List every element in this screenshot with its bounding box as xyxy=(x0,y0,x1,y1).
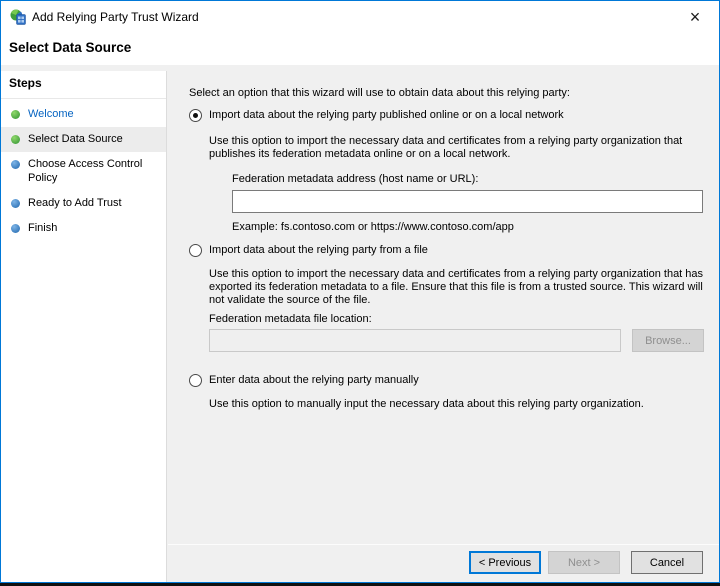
intro-text: Select an option that this wizard will u… xyxy=(189,87,570,99)
wizard-window: Add Relying Party Trust Wizard × Select … xyxy=(0,0,720,583)
radio-enter-manually[interactable] xyxy=(189,374,202,387)
radio-import-file[interactable] xyxy=(189,244,202,257)
metadata-address-input[interactable] xyxy=(232,190,703,213)
next-button: Next > xyxy=(548,551,620,574)
step-item-finish: Finish xyxy=(1,216,166,241)
wizard-content: Select an option that this wizard will u… xyxy=(168,65,719,582)
radio-enter-manually-label[interactable]: Enter data about the relying party manua… xyxy=(209,374,699,387)
metadata-file-label: Federation metadata file location: xyxy=(209,313,372,325)
radio-import-online-label[interactable]: Import data about the relying party publ… xyxy=(209,109,699,122)
dialog-header: Select Data Source xyxy=(1,32,719,65)
radio-import-file-label[interactable]: Import data about the relying party from… xyxy=(209,244,699,257)
metadata-file-input xyxy=(209,329,621,352)
radio-import-online[interactable] xyxy=(189,109,202,122)
footer-divider xyxy=(168,544,719,545)
page-title: Select Data Source xyxy=(9,40,132,55)
metadata-address-example: Example: fs.contoso.com or https://www.c… xyxy=(232,221,514,233)
steps-heading: Steps xyxy=(9,76,42,90)
steps-divider xyxy=(1,98,166,99)
step-item-ready-to-add-trust: Ready to Add Trust xyxy=(1,191,166,216)
dialog-body: Steps Welcome Select Data Source Choose … xyxy=(1,65,719,582)
title-bar: Add Relying Party Trust Wizard × xyxy=(1,1,719,32)
screen: Add Relying Party Trust Wizard × Select … xyxy=(0,0,720,586)
step-item-choose-access-control-policy: Choose Access Control Policy xyxy=(1,152,166,191)
steps-sidebar: Steps Welcome Select Data Source Choose … xyxy=(1,71,167,582)
metadata-address-label: Federation metadata address (host name o… xyxy=(232,173,479,185)
close-icon[interactable]: × xyxy=(679,5,711,29)
adfs-wizard-icon xyxy=(10,9,26,25)
steps-list: Welcome Select Data Source Choose Access… xyxy=(1,102,166,241)
browse-button: Browse... xyxy=(632,329,704,352)
import-online-description: Use this option to import the necessary … xyxy=(209,135,683,160)
previous-button[interactable]: < Previous xyxy=(469,551,541,574)
step-item-select-data-source: Select Data Source xyxy=(1,127,166,152)
cancel-button[interactable]: Cancel xyxy=(631,551,703,574)
step-item-welcome[interactable]: Welcome xyxy=(1,102,166,127)
enter-manually-description: Use this option to manually input the ne… xyxy=(209,398,644,410)
window-title: Add Relying Party Trust Wizard xyxy=(32,10,199,24)
import-file-description: Use this option to import the necessary … xyxy=(209,268,704,306)
